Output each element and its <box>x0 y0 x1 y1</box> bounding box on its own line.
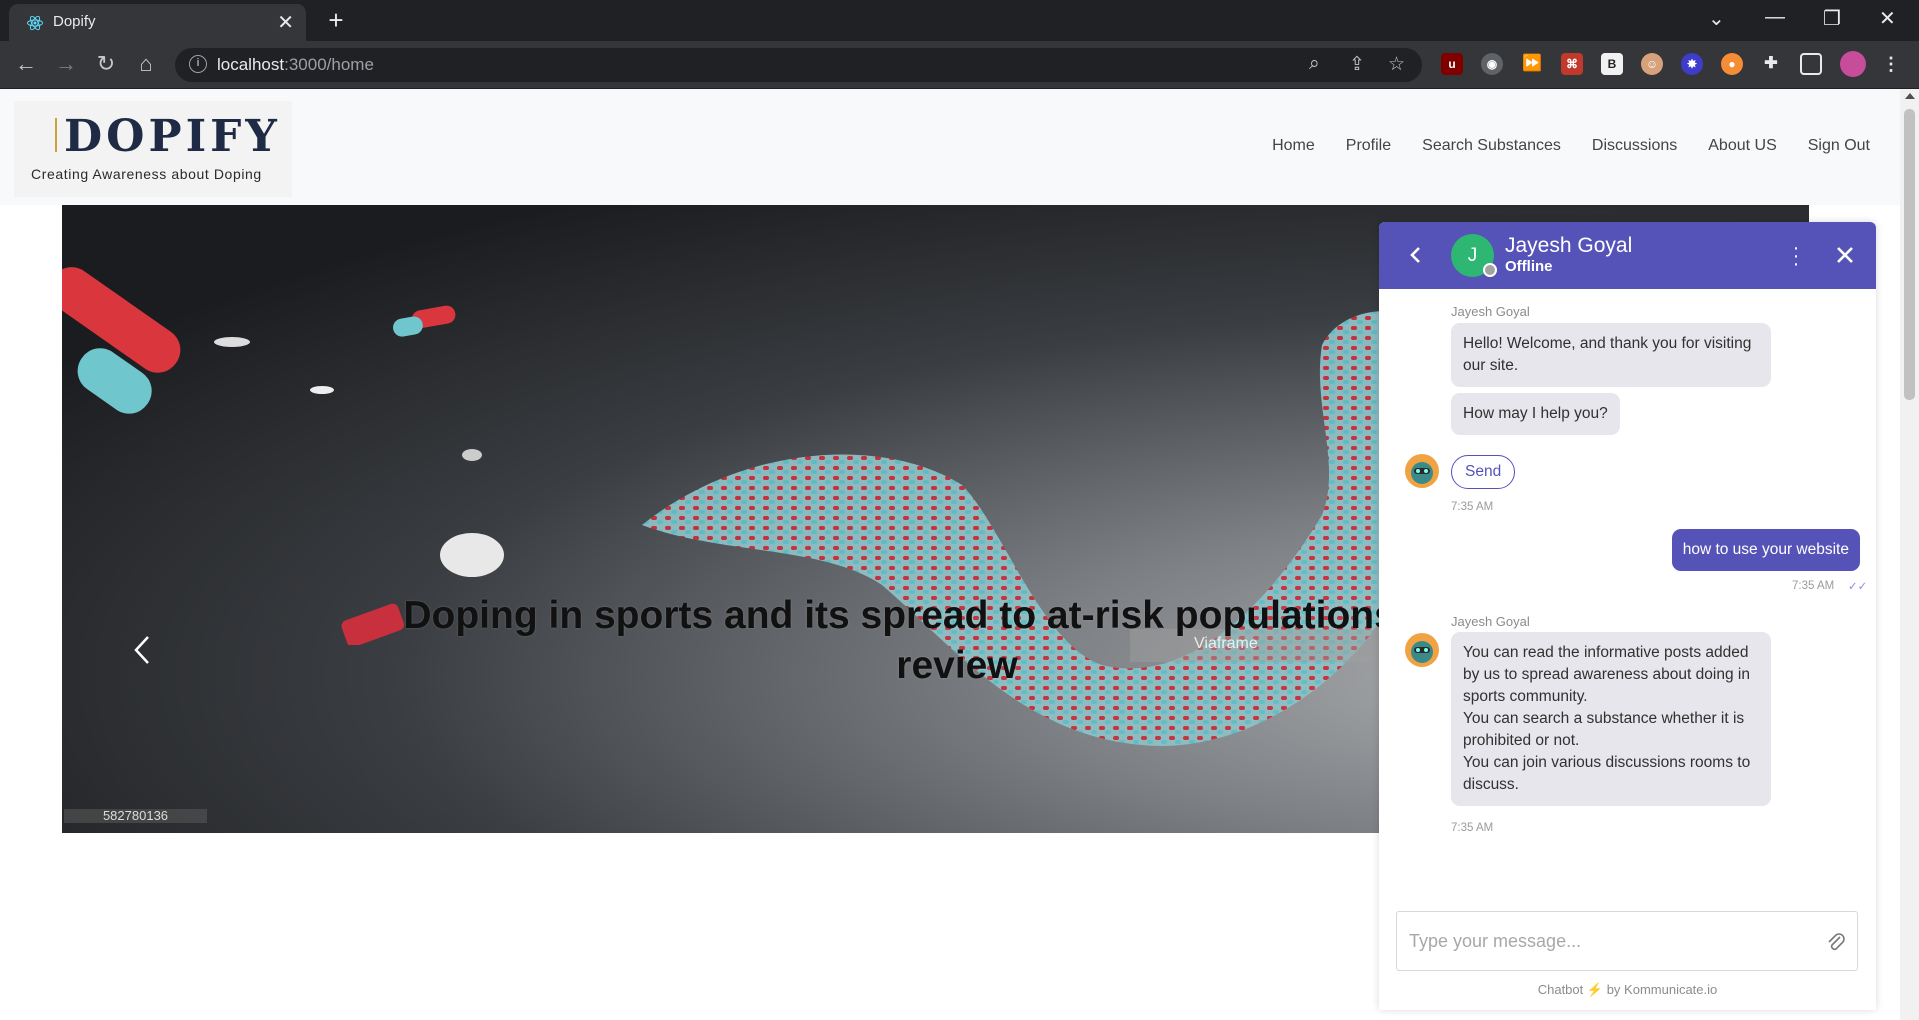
back-icon[interactable]: ← <box>12 51 40 77</box>
extensions-puzzle-icon[interactable]: ✚ <box>1760 53 1782 75</box>
web-page: DOPIFY Creating Awareness about Doping H… <box>0 89 1900 1020</box>
message-time: 7:35 AM <box>1451 501 1494 513</box>
nav-links: Home Profile Search Substances Discussio… <box>1272 137 1870 155</box>
quick-reply-send-button[interactable]: Send <box>1451 455 1516 489</box>
agent-name: Jayesh Goyal <box>1505 234 1633 257</box>
message-input[interactable] <box>1397 912 1797 970</box>
logo-accent-bar <box>55 118 57 152</box>
powered-by: Chatbot ⚡ by Kommunicate.io <box>1379 982 1876 998</box>
user-message-bubble: how to use your website <box>1671 529 1860 571</box>
gear-extension-icon[interactable]: ✸ <box>1681 53 1703 75</box>
minimize-icon[interactable]: — <box>1765 6 1785 29</box>
ublock-extension-icon[interactable]: u <box>1441 53 1463 75</box>
restore-icon[interactable]: ❐ <box>1823 6 1841 31</box>
bolt-icon: ⚡ <box>1586 982 1604 997</box>
red-extension-icon[interactable]: ⌘ <box>1561 53 1583 75</box>
chat-header: J Jayesh Goyal Offline · · · <box>1379 222 1876 289</box>
pill-arm-illustration <box>642 311 1464 746</box>
forward-icon[interactable]: → <box>52 51 80 77</box>
user-message-time: 7:35 AM <box>1792 580 1835 592</box>
scattered-pills <box>62 267 504 645</box>
site-navbar: DOPIFY Creating Awareness about Doping H… <box>0 89 1900 205</box>
nav-search-substances[interactable]: Search Substances <box>1422 137 1561 155</box>
site-logo[interactable]: DOPIFY Creating Awareness about Doping <box>14 101 292 197</box>
logo-tagline: Creating Awareness about Doping <box>31 166 262 182</box>
bot-avatar <box>1405 454 1439 488</box>
message-time: 7:35 AM <box>1451 822 1494 834</box>
read-receipt-icon: ✓✓ <box>1848 581 1868 593</box>
nav-discussions[interactable]: Discussions <box>1592 137 1677 155</box>
message-sender: Jayesh Goyal <box>1451 614 1530 629</box>
nav-about-us[interactable]: About US <box>1708 137 1776 155</box>
attachment-icon[interactable] <box>1825 930 1847 954</box>
chat-options-icon[interactable]: · · · <box>1791 238 1801 274</box>
nav-sign-out[interactable]: Sign Out <box>1808 137 1870 155</box>
chat-close-icon[interactable] <box>1834 244 1856 266</box>
bookmark-star-icon[interactable]: ☆ <box>1388 53 1405 76</box>
chat-widget: J Jayesh Goyal Offline · · · Jayesh Goyal … <box>1379 222 1876 1010</box>
address-url: localhost:3000/home <box>217 55 374 74</box>
face-extension-icon[interactable]: ☺ <box>1641 53 1663 75</box>
zoom-icon[interactable]: ⌕ <box>1309 53 1320 75</box>
side-panel-icon[interactable] <box>1800 53 1822 75</box>
bot-avatar <box>1405 633 1439 667</box>
stock-image-id: 582780136 <box>64 809 207 823</box>
profile-avatar[interactable] <box>1840 51 1866 77</box>
browser-tab[interactable]: Dopify ✕ <box>9 4 306 41</box>
home-icon[interactable]: ⌂ <box>132 51 160 77</box>
b-extension-icon[interactable]: B <box>1601 53 1623 75</box>
reload-icon[interactable]: ↻ <box>92 51 120 77</box>
react-logo-icon <box>27 15 43 31</box>
chat-back-icon[interactable] <box>1403 242 1429 268</box>
page-scrollbar[interactable] <box>1900 89 1919 1020</box>
window-close-icon[interactable]: ✕ <box>1879 6 1896 31</box>
fast-forward-extension-icon[interactable]: ⏩ <box>1521 53 1543 75</box>
powered-suffix[interactable]: by Kommunicate.io <box>1607 982 1718 997</box>
info-line-discussions: You can join various discussions rooms t… <box>1463 754 1751 793</box>
new-tab-icon[interactable]: + <box>319 6 353 36</box>
scrollbar-thumb[interactable] <box>1904 109 1915 400</box>
nav-home[interactable]: Home <box>1272 137 1315 155</box>
browser-toolbar: ← → ↻ ⌂ i localhost:3000/home ⌕ ⇪ ☆ u ◉ … <box>0 41 1919 89</box>
powered-prefix: Chatbot <box>1537 982 1584 997</box>
message-bubble: How may I help you? <box>1451 393 1620 435</box>
message-bubble: You can read the informative posts added… <box>1451 632 1771 806</box>
site-info-icon[interactable]: i <box>189 55 207 73</box>
message-sender: Jayesh Goyal <box>1451 304 1530 319</box>
info-line-search: You can search a substance whether it is… <box>1463 710 1745 749</box>
orange-extension-icon[interactable]: ● <box>1721 53 1743 75</box>
address-bar[interactable]: i localhost:3000/home ⌕ ⇪ ☆ <box>175 48 1422 82</box>
tab-search-icon[interactable]: ⌄ <box>1708 6 1725 31</box>
message-composer <box>1396 911 1858 971</box>
ghost-extension-icon[interactable]: ◉ <box>1481 53 1503 75</box>
status-dot <box>1483 263 1497 277</box>
carousel-prev-icon[interactable] <box>132 635 152 665</box>
tab-title: Dopify <box>53 13 96 30</box>
scroll-up-icon[interactable] <box>1905 93 1915 99</box>
info-line-posts: You can read the informative posts added… <box>1463 644 1750 705</box>
browser-tab-bar: Dopify ✕ + ⌄ — ❐ ✕ <box>0 0 1919 41</box>
browser-menu-icon[interactable]: ⋮ <box>1880 53 1902 75</box>
agent-status: Offline <box>1505 258 1553 275</box>
nav-profile[interactable]: Profile <box>1346 137 1391 155</box>
message-bubble: Hello! Welcome, and thank you for visiti… <box>1451 323 1771 387</box>
logo-name: DOPIFY <box>64 111 281 162</box>
tab-close-icon[interactable]: ✕ <box>277 10 294 35</box>
share-icon[interactable]: ⇪ <box>1349 53 1365 76</box>
